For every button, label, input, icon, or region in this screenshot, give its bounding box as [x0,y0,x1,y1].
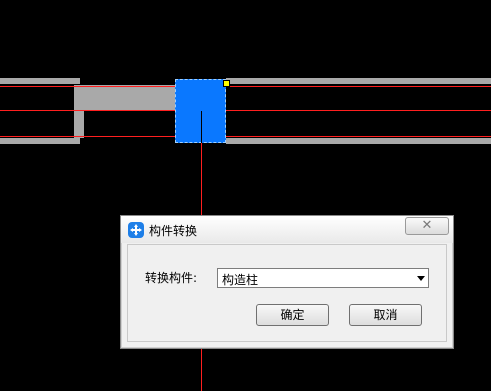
wall-top-edge-right [226,78,491,84]
axis-line-bottom [0,136,491,137]
convert-component-select[interactable]: 构造柱 [217,268,429,288]
close-icon: ✕ [421,218,433,233]
close-button[interactable]: ✕ [405,217,449,235]
column-center-line [201,111,202,143]
move-arrows-icon [128,222,144,238]
wall-bottom-edge-right [226,138,491,144]
axis-line-middle [0,110,491,111]
chevron-down-icon[interactable] [417,276,425,281]
beam-segment[interactable] [74,85,175,111]
wall-bottom-edge [0,138,80,144]
convert-component-dialog: 构件转换 ✕ 转换构件: 构造柱 确定 取消 [120,215,454,349]
dialog-titlebar[interactable]: 构件转换 ✕ [121,216,453,243]
cancel-button[interactable]: 取消 [349,304,422,326]
axis-line-top [0,86,491,87]
convert-component-label: 转换构件: [145,271,198,285]
wall-top-edge [0,78,80,84]
ok-button[interactable]: 确定 [256,304,329,326]
select-value: 构造柱 [222,273,259,287]
selection-grip-icon[interactable] [223,80,230,87]
dialog-body [127,244,447,342]
dialog-title: 构件转换 [149,224,198,238]
beam-support [74,85,84,138]
